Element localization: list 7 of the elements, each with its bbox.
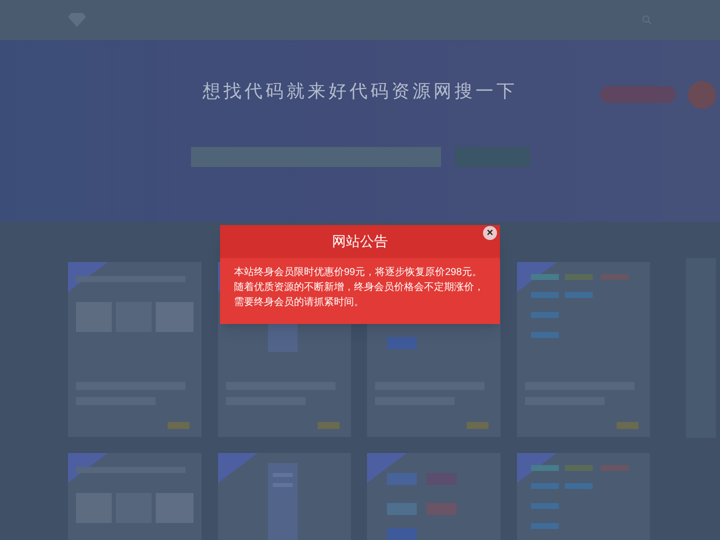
search-field[interactable] bbox=[190, 147, 440, 167]
search-icon[interactable] bbox=[642, 15, 652, 25]
notice-text: 本站终身会员限时优惠价99元，将逐步恢复原价298元。随着优质资源的不断新增，终身会员价格会不定期涨价，需要终身会员的请抓紧时间。 bbox=[233, 266, 485, 310]
hero-title: 想找代码就来好代码资源网搜一下 bbox=[202, 80, 518, 103]
vip-badge bbox=[688, 81, 716, 109]
dialog-title: 网站公告 bbox=[332, 232, 388, 251]
promo-button[interactable] bbox=[600, 86, 676, 103]
